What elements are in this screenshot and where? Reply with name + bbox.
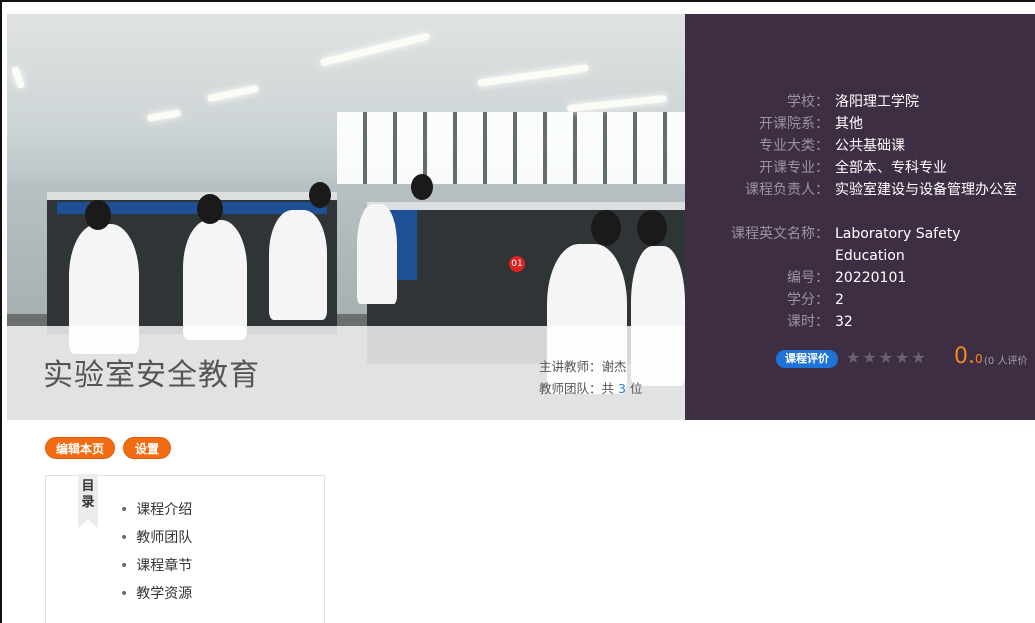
course-info-panel: 学校： 洛阳理工学院 开课院系： 其他 专业大类： 公共基础课 开课专业： 全部本、专科… (685, 14, 1035, 420)
toc-item-teacher-team[interactable]: 教师团队 (120, 528, 192, 556)
course-cover-image: 01 实验室安全教育 主讲教师：谢杰 教师团队：共 3 位 (7, 14, 685, 420)
toc-list: 课程介绍 教师团队 课程章节 教学资源 (120, 500, 192, 612)
title-overlay: 实验室安全教育 主讲教师：谢杰 教师团队：共 3 位 (7, 326, 685, 420)
edit-page-button[interactable]: 编辑本页 (45, 437, 115, 459)
teacher-team-label: 教师团队：共 (539, 381, 615, 396)
toc-item-resources[interactable]: 教学资源 (120, 584, 192, 612)
rate-course-button[interactable]: 课程评价 (776, 350, 838, 368)
teacher-team-count[interactable]: 3 (614, 381, 630, 396)
lead-teacher-name[interactable]: 谢杰 (602, 359, 627, 374)
course-title: 实验室安全教育 (43, 358, 260, 393)
rating-stars[interactable]: ★★★★★ (846, 348, 928, 367)
bench-number-sign: 01 (509, 256, 525, 272)
toc-ribbon: 目 录 (78, 474, 98, 528)
toc-item-chapters[interactable]: 课程章节 (120, 556, 192, 584)
course-banner: 01 实验室安全教育 主讲教师：谢杰 教师团队：共 3 位 学校： 洛阳理工学院 开课… (7, 14, 1035, 420)
rating-count: (0 人评价 (984, 356, 1028, 367)
teacher-team-suffix: 位 (629, 381, 643, 396)
settings-button[interactable]: 设置 (123, 437, 171, 459)
rating-score: 0.0 (954, 344, 983, 369)
teacher-team: 教师团队：共 3 位 (539, 378, 642, 397)
lead-teacher: 主讲教师：谢杰 (539, 356, 627, 375)
table-of-contents: 目 录 课程介绍 教师团队 课程章节 教学资源 (45, 474, 325, 623)
toc-item-course-intro[interactable]: 课程介绍 (120, 500, 192, 528)
lead-teacher-label: 主讲教师： (539, 359, 602, 374)
